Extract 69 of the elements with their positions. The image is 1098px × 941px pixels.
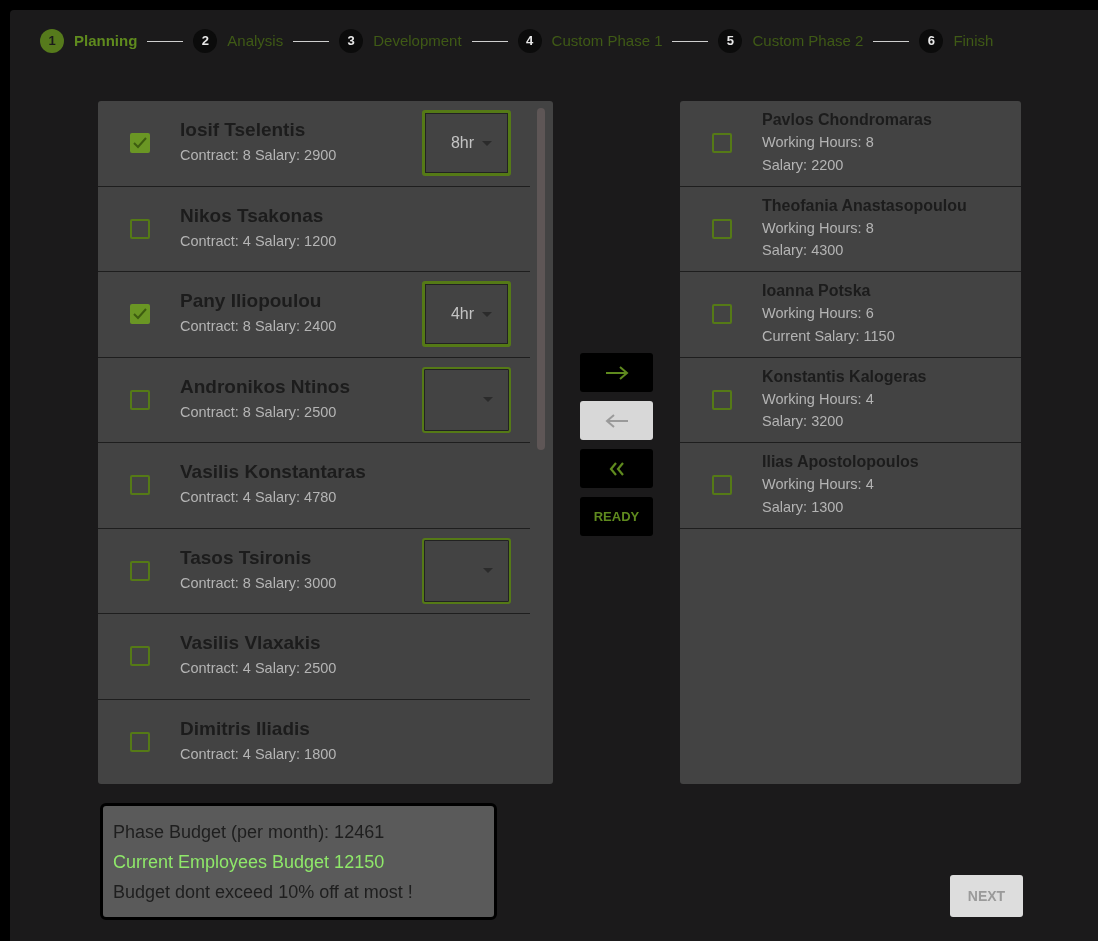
step-number: 1: [40, 29, 64, 53]
checkbox[interactable]: [712, 218, 732, 239]
step-label: Development: [373, 30, 462, 51]
checkmark-icon: [133, 308, 147, 321]
employee-details: Contract: 4 Salary: 4780: [180, 488, 338, 508]
ready-button[interactable]: READY: [580, 497, 653, 536]
checkbox[interactable]: [712, 133, 732, 154]
checkbox[interactable]: [130, 133, 150, 154]
checkbox[interactable]: [130, 218, 150, 239]
caret-icon: [483, 568, 493, 574]
salary-text: Salary: 1300: [762, 497, 845, 517]
step-item[interactable]: 3 Development: [339, 29, 462, 53]
budget-line: Budget dont exceed 10% off at most !: [113, 881, 414, 904]
move-all-left-button[interactable]: [580, 449, 653, 488]
step-label: Planning: [74, 30, 138, 51]
working-hours: Working Hours: 4: [762, 389, 875, 409]
checkbox[interactable]: [130, 646, 150, 667]
salary-text: Salary: 3200: [762, 412, 845, 432]
hours-dropdown[interactable]: [422, 366, 511, 433]
working-hours: Working Hours: 4: [762, 475, 875, 495]
step-label: Finish: [953, 30, 994, 51]
employee-details: Contract: 8 Salary: 2400: [180, 317, 338, 337]
employee-details: Contract: 4 Salary: 1200: [180, 231, 338, 251]
employee-details: Contract: 8 Salary: 2900: [180, 146, 338, 166]
employee-details: Contract: 8 Salary: 3000: [180, 573, 338, 593]
employee-details: Contract: 4 Salary: 1800: [180, 744, 338, 764]
checkbox[interactable]: [130, 560, 150, 581]
step-label: Analysis: [227, 30, 284, 51]
checkbox[interactable]: [130, 731, 150, 752]
checkbox[interactable]: [712, 475, 732, 496]
employee-details: Contract: 4 Salary: 2500: [180, 659, 338, 679]
checkbox[interactable]: [712, 389, 732, 410]
step-number: 4: [517, 29, 542, 53]
checkbox[interactable]: [130, 389, 150, 410]
right-arrow-icon: [604, 365, 629, 380]
hours-dropdown[interactable]: 8hr: [422, 110, 511, 177]
checkbox[interactable]: [130, 475, 150, 496]
working-hours: Working Hours: 8: [762, 133, 875, 153]
step-number: 3: [339, 29, 364, 53]
step-number: 6: [919, 29, 944, 53]
salary-text: Salary: 2200: [762, 155, 845, 175]
working-hours: Working Hours: 8: [762, 218, 875, 238]
double-chevron-left-icon: [608, 461, 625, 476]
working-hours: Working Hours: 6: [762, 304, 875, 324]
step-item[interactable]: 2 Analysis: [193, 29, 284, 53]
caret-icon: [482, 311, 492, 317]
scrollbar[interactable]: [537, 108, 545, 450]
salary-text: Current Salary: 1150: [762, 326, 895, 346]
checkbox[interactable]: [130, 304, 150, 325]
step-label: Custom Phase 2: [752, 30, 864, 51]
checkbox[interactable]: [712, 304, 732, 325]
step-item[interactable]: 1 Planning: [40, 29, 138, 53]
step-item[interactable]: 4 Custom Phase 1: [517, 29, 663, 53]
checkmark-icon: [133, 137, 147, 150]
employee-details: Contract: 8 Salary: 2500: [180, 402, 338, 422]
budget-line: Current Employees Budget 12150: [113, 851, 386, 874]
caret-icon: [482, 140, 492, 146]
step-number: 2: [193, 29, 218, 53]
salary-text: Salary: 4300: [762, 241, 845, 261]
step-number: 5: [718, 29, 743, 53]
step-item[interactable]: 5 Custom Phase 2: [718, 29, 864, 53]
caret-icon: [483, 397, 493, 403]
step-label: Custom Phase 1: [551, 30, 663, 51]
budget-line: Phase Budget (per month): 12461: [113, 821, 386, 844]
step-item[interactable]: 6 Finish: [919, 29, 994, 53]
hours-dropdown[interactable]: [422, 537, 511, 604]
move-right-button[interactable]: [580, 353, 653, 392]
left-arrow-icon: [604, 413, 629, 428]
hours-dropdown[interactable]: 4hr: [422, 281, 511, 348]
